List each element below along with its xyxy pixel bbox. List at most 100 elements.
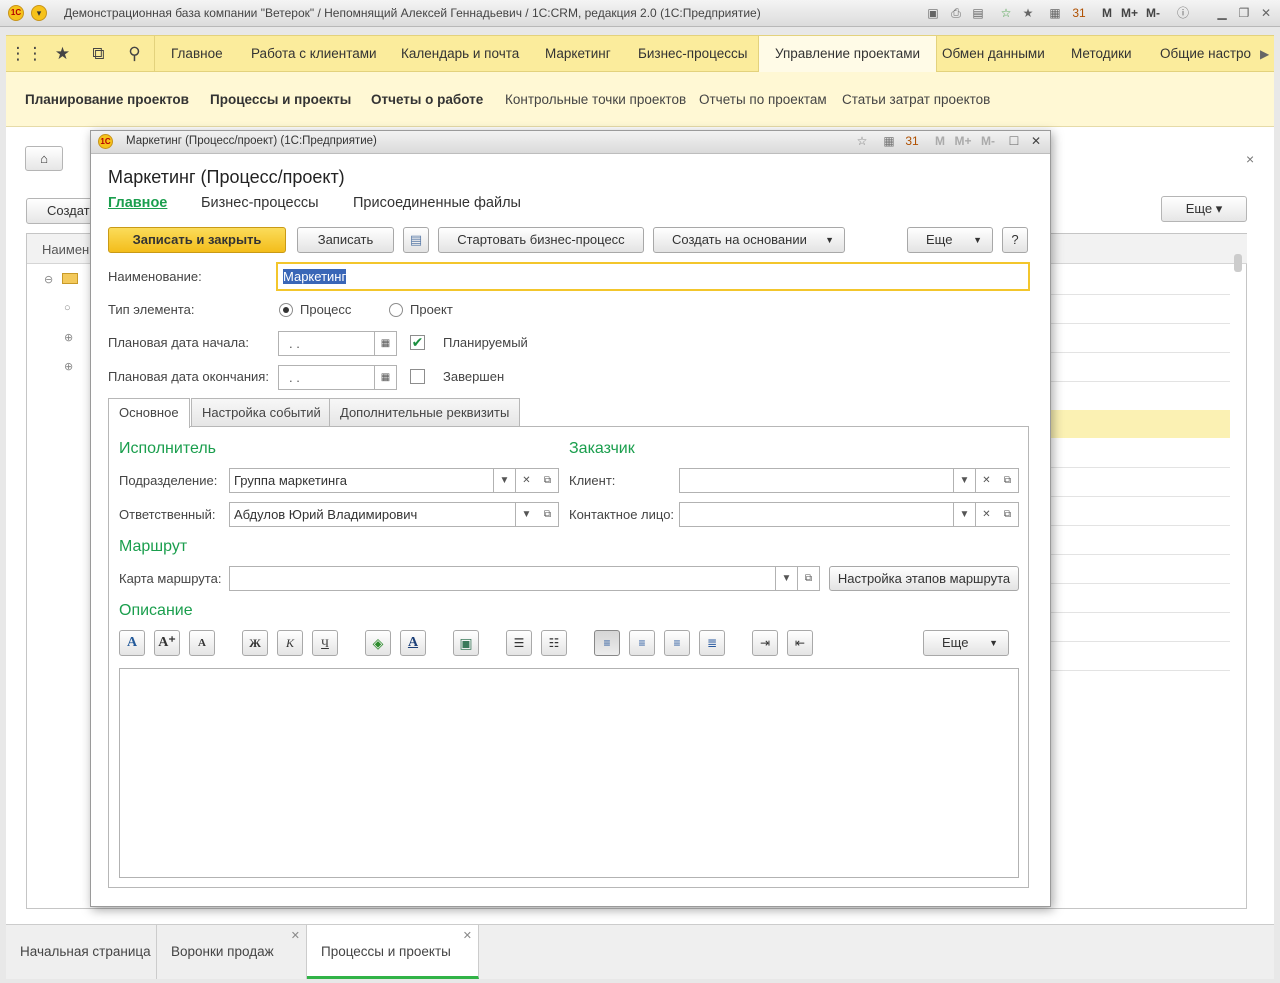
align-right-icon[interactable]: ≡ [664, 630, 690, 656]
bold-icon[interactable]: Ж [242, 630, 268, 656]
desc-more-button[interactable]: Еще ▼ [923, 630, 1009, 656]
save-icon[interactable]: ▣ [925, 5, 941, 21]
align-justify-icon[interactable]: ≣ [699, 630, 725, 656]
sub-reports-work[interactable]: Отчеты о работе [371, 92, 483, 107]
open-icon[interactable]: ⧉ [997, 502, 1019, 527]
section-projects[interactable]: Управление проектами [758, 36, 938, 72]
memory-m-button[interactable]: M [1102, 6, 1112, 20]
end-date-input[interactable]: . . [278, 365, 375, 390]
open-icon[interactable]: ⧉ [537, 468, 559, 493]
text-color-icon[interactable]: A [400, 630, 426, 656]
open-icon[interactable]: ⧉ [997, 468, 1019, 493]
maximize-icon[interactable]: ☐ [1006, 134, 1022, 148]
favorites-add-icon[interactable]: ☆ [854, 134, 870, 148]
selected-row[interactable] [1050, 410, 1230, 438]
name-input[interactable]: Маркетинг [276, 262, 1030, 291]
favorites-icon[interactable]: ★ [1020, 5, 1036, 21]
calendar-icon[interactable]: 31 [904, 134, 920, 148]
open-icon[interactable]: ⧉ [537, 502, 559, 527]
font-increase-icon[interactable]: A⁺ [154, 630, 180, 656]
memory-mminus-button[interactable]: M- [978, 134, 998, 148]
done-checkbox[interactable] [410, 369, 425, 384]
main-menu-icon[interactable]: ▾ [31, 5, 47, 21]
section-main[interactable]: Главное [155, 36, 239, 72]
close-window-icon[interactable]: ✕ [1258, 5, 1274, 21]
tab-home[interactable]: Начальная страница [6, 925, 157, 979]
dropdown-icon[interactable]: ▼ [516, 502, 538, 527]
dropdown-icon[interactable]: ▼ [954, 468, 976, 493]
print-icon[interactable]: ⎙ [948, 5, 964, 21]
start-date-input[interactable]: . . [278, 331, 375, 356]
home-icon[interactable]: ⌂ [25, 146, 63, 171]
memory-mplus-button[interactable]: M+ [952, 134, 974, 148]
radio-process-label[interactable]: Процесс [300, 302, 351, 317]
align-center-icon[interactable]: ≡ [629, 630, 655, 656]
restore-icon[interactable]: ❐ [1236, 5, 1252, 21]
tree-collapse-icon[interactable]: ⊖ [44, 273, 53, 286]
bullet-list-icon[interactable]: ☰ [506, 630, 532, 656]
planned-checkbox[interactable]: ✔ [410, 335, 425, 350]
route-map-input[interactable] [229, 566, 776, 591]
save-button[interactable]: Записать [297, 227, 394, 253]
calendar-icon[interactable]: 31 [1071, 5, 1087, 21]
numbered-list-icon[interactable]: ☷ [541, 630, 567, 656]
underline-icon[interactable]: Ч [312, 630, 338, 656]
inner-tab-main[interactable]: Основное [108, 398, 190, 428]
sub-planning[interactable]: Планирование проектов [25, 92, 189, 107]
italic-icon[interactable]: К [277, 630, 303, 656]
bg-more-button[interactable]: Еще ▾ [1161, 196, 1247, 222]
tree-expand-icon[interactable]: ⊕ [64, 360, 73, 373]
client-input[interactable] [679, 468, 954, 493]
journal-icon[interactable]: ▤ [403, 227, 429, 253]
close-dialog-icon[interactable]: ✕ [1028, 134, 1044, 148]
background-color-icon[interactable]: ◈ [365, 630, 391, 656]
resp-input[interactable]: Абдулов Юрий Владимирович [229, 502, 516, 527]
preview-icon[interactable]: ▤ [970, 5, 986, 21]
close-list-icon[interactable]: × [1246, 151, 1254, 167]
indent-increase-icon[interactable]: ⇥ [752, 630, 778, 656]
clear-icon[interactable]: ✕ [976, 502, 998, 527]
done-label[interactable]: Завершен [443, 369, 504, 384]
memory-mminus-button[interactable]: M- [1146, 6, 1160, 20]
radio-process[interactable] [279, 303, 293, 317]
align-left-icon[interactable]: ≡ [594, 630, 620, 656]
tree-expand-icon[interactable]: ⊕ [64, 331, 73, 344]
clear-icon[interactable]: ✕ [516, 468, 538, 493]
calendar-pick-icon[interactable]: ▦ [375, 365, 397, 390]
apps-grid-icon[interactable]: ⋮⋮ [8, 36, 45, 72]
inner-tab-extra[interactable]: Дополнительные реквизиты [329, 398, 521, 427]
dropdown-icon[interactable]: ▼ [954, 502, 976, 527]
insert-picture-icon[interactable]: ▣ [453, 630, 479, 656]
memory-m-button[interactable]: M [932, 134, 948, 148]
sub-checkpoints[interactable]: Контрольные точки проектов [505, 92, 686, 107]
indent-decrease-icon[interactable]: ⇤ [787, 630, 813, 656]
help-button[interactable]: ? [1002, 227, 1028, 253]
dropdown-icon[interactable]: ▼ [494, 468, 516, 493]
tab-processes[interactable]: Процессы и проекты ✕ [307, 925, 479, 979]
open-icon[interactable]: ⧉ [798, 566, 820, 591]
history-icon[interactable]: ⧉ [80, 36, 117, 72]
minimize-icon[interactable]: ▁ [1214, 5, 1230, 21]
contact-input[interactable] [679, 502, 954, 527]
inner-tab-events[interactable]: Настройка событий [191, 398, 332, 427]
sub-reports-projects[interactable]: Отчеты по проектам [699, 92, 827, 107]
section-marketing[interactable]: Маркетинг [529, 36, 627, 72]
calculator-icon[interactable]: ▦ [1047, 5, 1063, 21]
form-tab-files[interactable]: Присоединенные файлы [353, 195, 521, 211]
radio-project[interactable] [389, 303, 403, 317]
close-tab-icon[interactable]: ✕ [463, 909, 472, 963]
info-icon[interactable]: ⓘ [1175, 5, 1191, 21]
section-settings[interactable]: Общие настро [1144, 36, 1256, 72]
font-decrease-icon[interactable]: A [189, 630, 215, 656]
more-button[interactable]: Еще ▼ [907, 227, 993, 253]
start-bp-button[interactable]: Стартовать бизнес-процесс [438, 227, 644, 253]
sub-processes[interactable]: Процессы и проекты [210, 92, 351, 107]
calendar-pick-icon[interactable]: ▦ [375, 331, 397, 356]
dropdown-icon[interactable]: ▼ [776, 566, 798, 591]
scroll-right-icon[interactable]: ▶ [1260, 47, 1269, 61]
font-icon[interactable]: A [119, 630, 145, 656]
radio-project-label[interactable]: Проект [410, 302, 453, 317]
section-clients[interactable]: Работа с клиентами [235, 36, 393, 72]
create-based-button[interactable]: Создать на основании ▼ [653, 227, 845, 253]
description-editor[interactable] [119, 668, 1019, 878]
